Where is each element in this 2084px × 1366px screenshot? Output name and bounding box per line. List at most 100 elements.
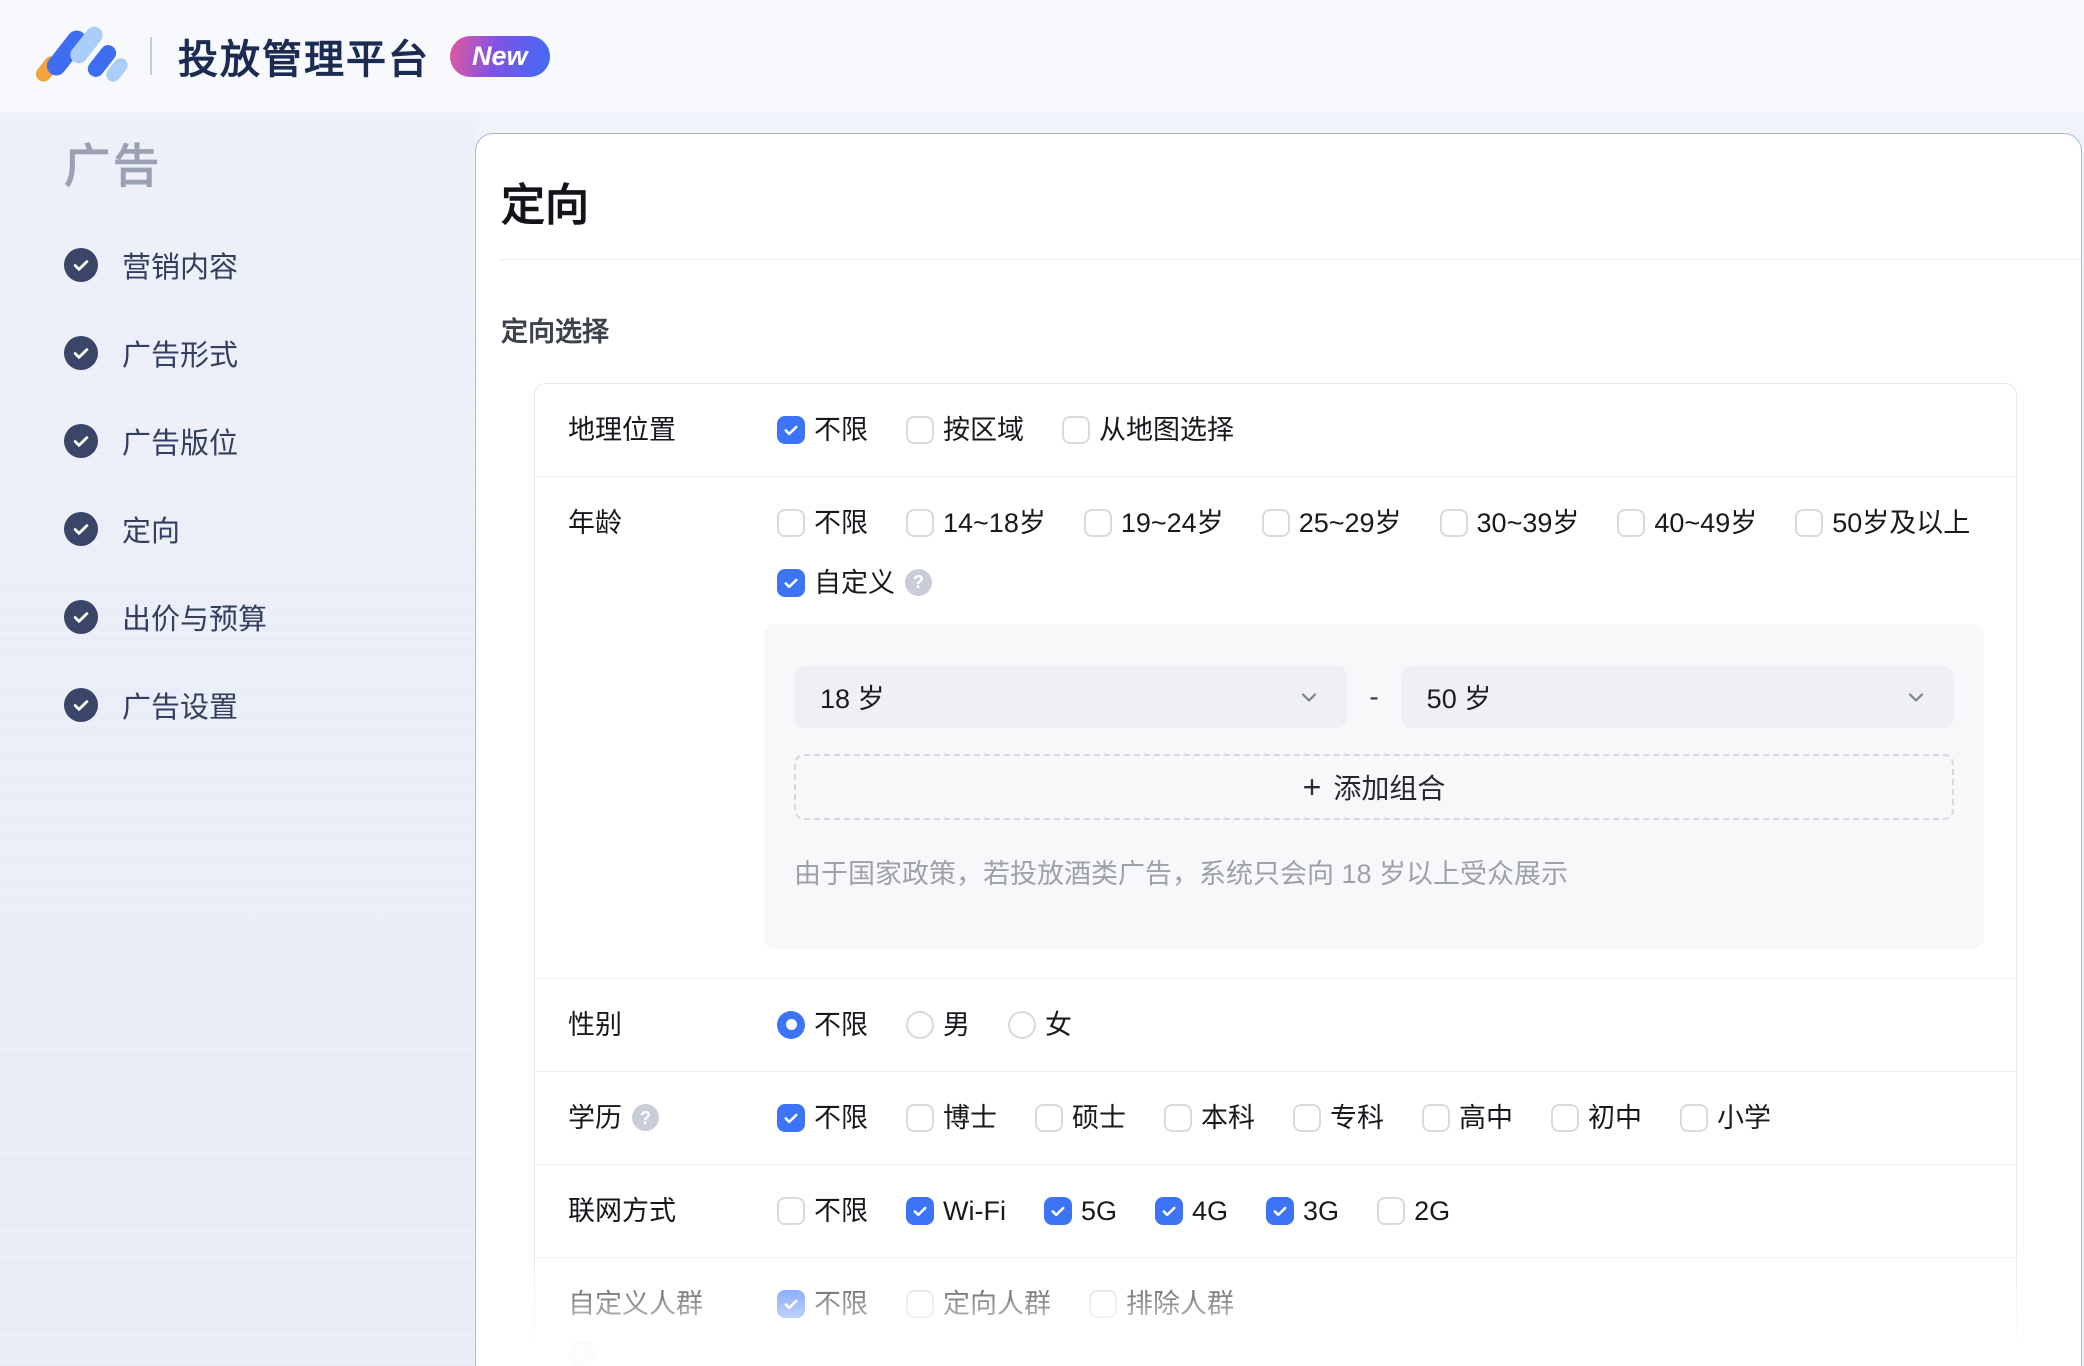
option-label: 4G [1192, 1195, 1229, 1226]
location-option[interactable]: 按区域 [906, 413, 1024, 447]
age-min-select[interactable]: 18 岁 [794, 665, 1348, 728]
checkbox-unchecked-icon [1062, 415, 1090, 444]
sidebar-item-2[interactable]: 广告形式 [64, 332, 474, 374]
sidebar-item-6[interactable]: 广告设置 [64, 684, 474, 726]
education-option[interactable]: 博士 [906, 1101, 997, 1135]
age-option[interactable]: 30~39岁 [1439, 506, 1580, 540]
network-option[interactable]: 5G [1043, 1194, 1117, 1228]
gender-option[interactable]: 男 [906, 1008, 970, 1042]
option-label: 不限 [814, 414, 868, 445]
chevron-down-icon [1904, 685, 1928, 709]
row-label-line: 年龄 [568, 506, 777, 540]
checkbox-unchecked-icon [906, 415, 934, 444]
sidebar-item-4[interactable]: 定向 [64, 508, 474, 550]
network-option[interactable]: 3G [1266, 1194, 1339, 1228]
option-label: 小学 [1717, 1102, 1771, 1133]
checkbox-checked-icon [777, 1289, 805, 1318]
age-option[interactable]: 14~18岁 [906, 506, 1046, 540]
radio-checked-icon [777, 1010, 805, 1039]
checkbox-unchecked-icon [1089, 1289, 1117, 1318]
checkbox-unchecked-icon [777, 508, 805, 537]
education-option[interactable]: 不限 [777, 1101, 868, 1135]
sidebar-item-label: 营销内容 [122, 252, 239, 284]
education-option[interactable]: 初中 [1551, 1101, 1642, 1135]
location-option[interactable]: 不限 [777, 413, 868, 447]
row-label-line: 自定义人群 [568, 1287, 777, 1321]
option-label: 女 [1045, 1009, 1072, 1040]
plus-icon: + [1302, 768, 1322, 805]
step-completed-check-icon [64, 248, 98, 282]
sidebar-item-3[interactable]: 广告版位 [64, 420, 474, 462]
option-label: 19~24岁 [1120, 507, 1224, 538]
option-label: 不限 [814, 507, 868, 538]
checkbox-checked-icon [906, 1196, 934, 1225]
app-header: 投放管理平台 New [0, 0, 2084, 112]
row-label-line: 联网方式 [568, 1194, 777, 1228]
age-custom-line: 自定义? [777, 566, 2016, 600]
age-range-selects: 18 岁 - 50 岁 [794, 665, 1955, 728]
row-label-education: 学历? [568, 1101, 777, 1135]
sidebar-item-1[interactable]: 营销内容 [64, 244, 474, 286]
option-label: 高中 [1459, 1102, 1513, 1133]
option-label: 14~18岁 [943, 507, 1046, 538]
checkbox-unchecked-icon [906, 1289, 934, 1318]
education-option[interactable]: 本科 [1164, 1101, 1255, 1135]
age-option[interactable]: 25~29岁 [1261, 506, 1402, 540]
audience-option[interactable]: 排除人群 [1089, 1287, 1234, 1321]
audience-option[interactable]: 定向人群 [906, 1287, 1051, 1321]
age-max-select[interactable]: 50 岁 [1400, 665, 1955, 728]
checkbox-unchecked-icon [1035, 1103, 1063, 1132]
form-row-audience: 自定义人群? 不限 定向人群 排除人群 [535, 1256, 2016, 1366]
row-content-network: 不限 Wi-Fi 5G 4G 3G 2G [777, 1194, 2016, 1228]
option-label: 30~39岁 [1476, 507, 1580, 538]
main-area: 定向 定向选择 地理位置 不限 按区域 从地图选择 年龄 不限 14~18岁 19~24岁 25… [474, 112, 2084, 1366]
education-option[interactable]: 高中 [1422, 1101, 1513, 1135]
audience-help-icon[interactable]: ? [568, 1340, 595, 1366]
sidebar-nav: 营销内容广告形式广告版位定向出价与预算广告设置 [64, 244, 474, 726]
option-label: 不限 [814, 1195, 868, 1226]
gender-options: 不限 男 女 [777, 1008, 2016, 1042]
gender-option[interactable]: 女 [1008, 1008, 1072, 1042]
sidebar-item-label: 广告设置 [122, 692, 239, 724]
step-completed-check-icon [64, 600, 98, 634]
age-option[interactable]: 自定义 [777, 566, 895, 600]
step-completed-check-icon [64, 688, 98, 722]
row-label-text: 自定义人群 [568, 1288, 703, 1319]
add-combination-label: 添加组合 [1333, 772, 1446, 804]
age-option[interactable]: 50岁及以上 [1795, 506, 1970, 540]
custom-age-help-icon[interactable]: ? [905, 569, 932, 597]
education-option[interactable]: 专科 [1293, 1101, 1384, 1135]
option-label: 不限 [814, 1102, 868, 1133]
sidebar-item-5[interactable]: 出价与预算 [64, 596, 474, 638]
row-label-gender: 性别 [568, 1008, 777, 1042]
checkbox-unchecked-icon [1680, 1103, 1708, 1132]
row-label-text: 性别 [568, 1009, 622, 1040]
option-label: 50岁及以上 [1832, 507, 1971, 538]
network-option[interactable]: 4G [1155, 1194, 1228, 1228]
checkbox-unchecked-icon [1377, 1196, 1406, 1225]
age-options: 不限 14~18岁 19~24岁 25~29岁 30~39岁 40~49岁 50岁及以上 [777, 506, 2016, 540]
option-label: 25~29岁 [1298, 507, 1402, 538]
option-label: 从地图选择 [1099, 414, 1234, 445]
gender-option[interactable]: 不限 [777, 1008, 868, 1042]
location-option[interactable]: 从地图选择 [1062, 413, 1234, 447]
row-label-text: 联网方式 [568, 1195, 676, 1226]
option-label: 排除人群 [1126, 1288, 1234, 1319]
education-help-icon[interactable]: ? [632, 1104, 659, 1132]
age-option[interactable]: 19~24岁 [1083, 506, 1224, 540]
age-option[interactable]: 40~49岁 [1617, 506, 1757, 540]
app-logo [32, 23, 134, 89]
targeting-rows: 地理位置 不限 按区域 从地图选择 年龄 不限 14~18岁 19~24岁 25~29岁 30~3… [534, 382, 2017, 1366]
header-divider [150, 37, 152, 75]
add-combination-button[interactable]: + 添加组合 [794, 753, 1954, 820]
row-content-age: 不限 14~18岁 19~24岁 25~29岁 30~39岁 40~49岁 50岁及以上自定… [764, 506, 2016, 949]
education-option[interactable]: 小学 [1680, 1101, 1771, 1135]
network-option[interactable]: Wi-Fi [906, 1194, 1006, 1228]
age-option[interactable]: 不限 [777, 506, 868, 540]
network-option[interactable]: 不限 [777, 1194, 868, 1228]
network-option[interactable]: 2G [1377, 1194, 1450, 1228]
checkbox-unchecked-icon [777, 1196, 805, 1225]
audience-option[interactable]: 不限 [777, 1287, 868, 1321]
option-label: 专科 [1330, 1102, 1384, 1133]
education-option[interactable]: 硕士 [1035, 1101, 1126, 1135]
